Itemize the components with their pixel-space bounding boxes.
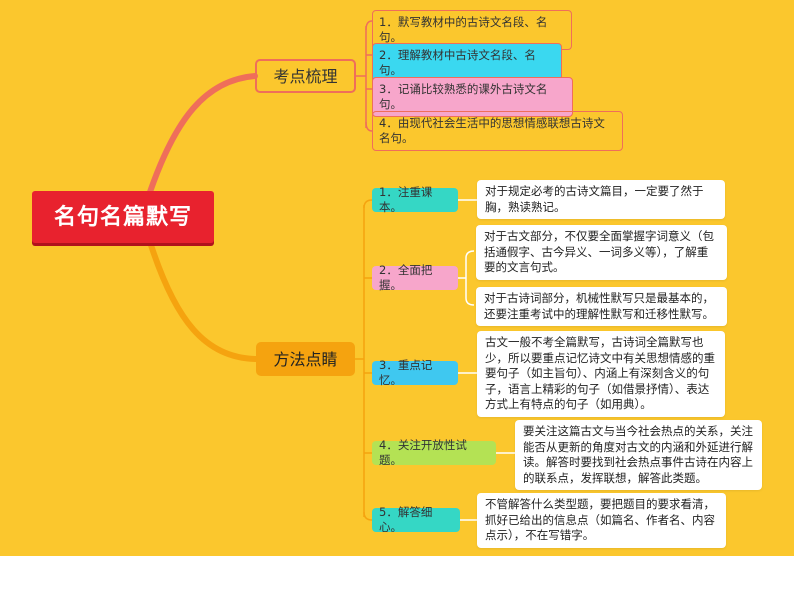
- root-to-branch2-link: [147, 239, 259, 362]
- root-to-branch1-link: [147, 73, 258, 195]
- method2-details-link: [458, 250, 475, 306]
- method-detail[interactable]: 古文一般不考全篇默写，古诗词全篇默写也少，所以要重点记忆诗文中有关思想情感的重要…: [477, 331, 725, 417]
- root-topic[interactable]: 名句名篇默写: [32, 191, 214, 243]
- mind-map-canvas: 名句名篇默写 考点梳理 1．默写教材中的古诗文名段、名句。 2．理解教材中古诗文…: [0, 0, 794, 556]
- branch-exam-points[interactable]: 考点梳理: [255, 59, 356, 93]
- branch2-methods-trunk: [355, 205, 365, 517]
- branch1-items-trunk: [356, 26, 367, 128]
- exam-point-item[interactable]: 4．由现代社会生活中的思想情感联想古诗文名句。: [372, 111, 623, 151]
- method-detail[interactable]: 对于古诗词部分，机械性默写只是最基本的，还要注重考试中的理解性默写和迁移性默写。: [476, 287, 727, 326]
- method-detail[interactable]: 对于规定必考的古诗文篇目，一定要了然于胸，熟读熟记。: [477, 180, 725, 219]
- branch2-method5-link: [363, 511, 373, 521]
- branch-methods[interactable]: 方法点睛: [256, 342, 355, 376]
- method-item[interactable]: 3．重点记忆。: [372, 358, 458, 387]
- method-item[interactable]: 4．关注开放性试题。: [372, 438, 496, 467]
- method-detail[interactable]: 不管解答什么类型题，要把题目的要求看清，抓好已给出的信息点（如篇名、作者名、内容…: [477, 493, 726, 548]
- branch2-method1-link: [363, 199, 373, 209]
- method-item[interactable]: 2．全面把握。: [372, 263, 458, 292]
- method-detail[interactable]: 对于古文部分，不仅要全面掌握字词意义（包括通假字、古今异义、一词多义等），了解重…: [476, 225, 727, 280]
- method-item[interactable]: 5．解答细心。: [372, 505, 460, 534]
- method-item[interactable]: 1．注重课本。: [372, 185, 458, 214]
- method-detail[interactable]: 要关注这篇古文与当今社会热点的关系，关注能否从更新的角度对古文的内涵和外延进行解…: [515, 420, 762, 490]
